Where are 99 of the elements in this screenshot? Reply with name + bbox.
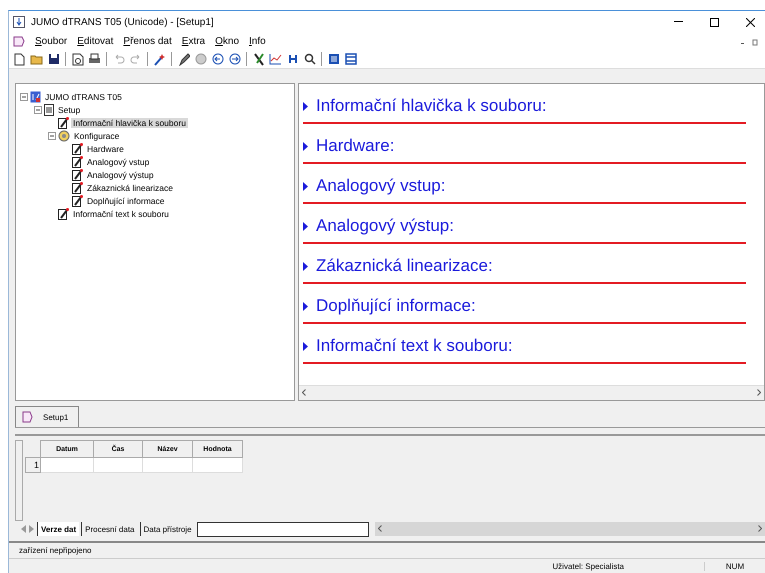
pen-icon	[178, 52, 190, 66]
num-lock-indicator: NUM	[704, 562, 765, 570]
collapse-toggle[interactable]	[34, 106, 42, 114]
tree-item[interactable]: Setup	[56, 104, 82, 114]
tree-item[interactable]: Analogový výstup	[85, 170, 156, 180]
user-status: Uživatel: Specialista	[551, 562, 625, 570]
toolbar-button[interactable]	[227, 52, 242, 66]
chevron-right-icon	[757, 388, 761, 396]
toolbar-button[interactable]	[302, 52, 317, 66]
edit-page-icon	[72, 168, 83, 180]
toolbar-button[interactable]	[210, 52, 225, 66]
chevron-left-icon	[302, 388, 306, 396]
app-icon	[13, 16, 25, 28]
section-heading: Informační text k souboru:	[316, 336, 513, 356]
sheet-tab[interactable]: Verze dat	[37, 522, 80, 536]
new-file-icon	[14, 52, 25, 66]
document-tab[interactable]: Setup1	[15, 406, 79, 427]
device-icon	[30, 90, 41, 102]
gear-icon	[58, 130, 70, 142]
section-heading: Analogový výstup:	[316, 216, 454, 236]
document-icon	[44, 104, 54, 116]
wand-icon	[153, 52, 166, 66]
caret-icon[interactable]	[303, 222, 308, 230]
bracket-marker-icon	[288, 54, 298, 64]
folder-icon	[30, 54, 43, 64]
row-number: 1	[26, 458, 40, 472]
chevron-right-icon	[758, 524, 762, 532]
list-icon	[328, 53, 340, 65]
document-icon	[22, 411, 33, 423]
caret-icon[interactable]	[303, 142, 308, 150]
edit-page-icon	[72, 182, 83, 194]
tree-item[interactable]: Doplňující informace	[85, 196, 166, 206]
status-message: zařízení nepřipojeno	[19, 546, 92, 555]
caret-icon[interactable]	[303, 182, 308, 190]
section-heading: Hardware:	[316, 136, 394, 156]
horizontal-scrollbar[interactable]	[299, 385, 764, 400]
printer-icon	[88, 53, 101, 65]
tree-item[interactable]: JUMO dTRANS T05	[43, 92, 124, 102]
minus-icon	[35, 106, 41, 112]
toolbar-button[interactable]	[268, 52, 283, 66]
toolbar-button[interactable]	[152, 52, 167, 66]
search-icon	[304, 53, 316, 65]
collapse-toggle[interactable]	[20, 92, 28, 100]
table-cell[interactable]	[94, 458, 142, 472]
tree-item[interactable]: Zákaznická linearizace	[85, 182, 175, 192]
disc-icon	[194, 53, 206, 65]
section-heading: Doplňující informace:	[316, 296, 476, 316]
redo-icon	[130, 54, 142, 64]
section-heading: Informační hlavička k souboru:	[316, 96, 547, 116]
save-icon	[48, 53, 60, 65]
caret-icon[interactable]	[303, 102, 308, 110]
edit-page-icon	[72, 142, 83, 154]
edit-page-icon	[58, 116, 69, 128]
print-preview-icon	[72, 52, 84, 66]
table-cell[interactable]	[192, 458, 242, 472]
toolbar-button[interactable]	[326, 52, 341, 66]
edit-page-icon	[58, 208, 69, 220]
minus-icon	[21, 94, 27, 100]
rows-icon	[344, 53, 356, 65]
section-heading: Analogový vstup:	[316, 176, 446, 196]
toolbar-button[interactable]	[46, 52, 61, 66]
tree-item[interactable]: Hardware	[85, 144, 126, 154]
collapse-toggle[interactable]	[48, 132, 56, 140]
edit-page-icon	[72, 156, 83, 168]
scroll-right-button[interactable]	[754, 388, 764, 398]
tree-item[interactable]: Informační text k souboru	[71, 208, 171, 218]
menu-item[interactable]: Extra	[182, 36, 206, 47]
table-cell[interactable]	[142, 458, 192, 472]
horizontal-scrollbar[interactable]	[374, 522, 765, 536]
tree-item[interactable]: Informační hlavička k souboru	[71, 118, 188, 128]
toolbar-button[interactable]	[176, 52, 191, 66]
menu-item[interactable]: Přenos dat	[123, 36, 172, 47]
section-heading: Zákaznická linearizace:	[316, 256, 493, 276]
edit-page-icon	[72, 194, 83, 206]
window-title: JUMO dTRANS T05 (Unicode) - [Setup1]	[31, 16, 215, 28]
close-icon	[746, 18, 754, 26]
tree-item[interactable]: Analogový vstup	[85, 156, 152, 166]
minimize-icon	[674, 21, 682, 23]
minus-icon	[49, 132, 55, 138]
chevron-left-icon	[378, 524, 382, 532]
tools-icon	[252, 52, 264, 66]
maximize-icon	[710, 18, 718, 26]
menu-item[interactable]: Okno	[215, 36, 240, 47]
scroll-left-button[interactable]	[299, 388, 309, 398]
menu-item[interactable]: Editovat	[77, 36, 114, 47]
toolbar-button[interactable]	[70, 52, 85, 66]
caret-icon[interactable]	[303, 342, 308, 350]
caret-icon[interactable]	[303, 302, 308, 310]
menu-item[interactable]: Soubor	[35, 36, 68, 47]
menu-item[interactable]: Info	[249, 36, 266, 47]
undo-icon	[112, 54, 124, 64]
caret-icon[interactable]	[303, 262, 308, 270]
tree-item[interactable]: Konfigurace	[72, 130, 122, 140]
toolbar-button[interactable]	[343, 52, 358, 66]
table-cell[interactable]	[40, 458, 94, 472]
scroll-right-button[interactable]	[755, 524, 765, 534]
chart-icon	[269, 53, 282, 65]
toolbar-button[interactable]	[12, 52, 27, 66]
document-icon	[13, 36, 25, 47]
